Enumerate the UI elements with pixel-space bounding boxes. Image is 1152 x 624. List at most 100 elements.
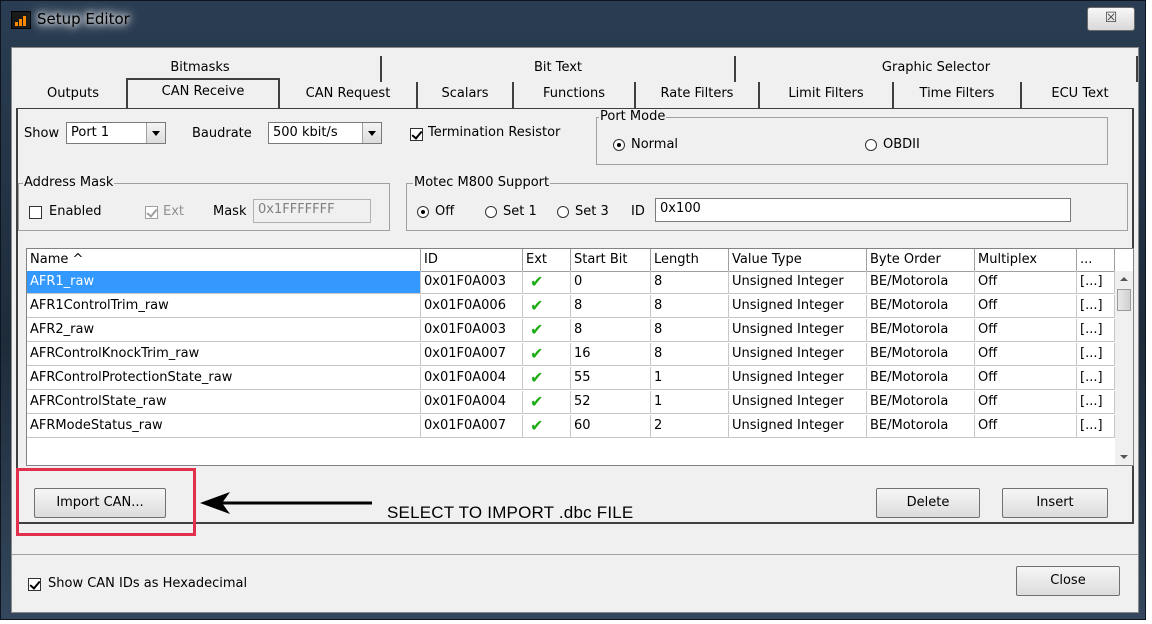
port-mode-obdii-label: OBDII — [883, 137, 920, 152]
termination-checkbox[interactable] — [410, 128, 423, 141]
cell-name: AFRControlState_raw — [27, 391, 421, 414]
table-row[interactable]: AFR1ControlTrim_raw 0x01F0A006 ✔ 8 8 Unsigned… — [27, 295, 1115, 318]
insert-button[interactable]: Insert — [1002, 488, 1108, 518]
cell-name: AFRModeStatus_raw — [27, 415, 421, 438]
cell-more[interactable]: [...] — [1077, 319, 1115, 342]
col-startbit-header[interactable]: Start Bit — [571, 249, 651, 271]
show-port-select[interactable]: Port 1 — [66, 122, 166, 144]
col-name-header[interactable]: Name ^ — [27, 249, 421, 271]
cell-length: 8 — [651, 319, 729, 342]
scroll-up-icon[interactable] — [1115, 271, 1133, 287]
client-area: Bitmasks Bit Text Graphic Selector Outpu… — [11, 47, 1139, 613]
cell-ext: ✔ — [523, 271, 571, 294]
table-row[interactable]: AFR2_raw 0x01F0A003 ✔ 8 8 Unsigned Integer BE/… — [27, 319, 1115, 342]
cell-ext: ✔ — [523, 415, 571, 438]
motec-set1-radio[interactable] — [485, 206, 497, 218]
close-button[interactable]: Close — [1016, 566, 1120, 596]
cell-startbit: 8 — [571, 319, 651, 342]
cell-id: 0x01F0A003 — [421, 271, 523, 294]
col-more-header[interactable]: ... — [1077, 249, 1115, 271]
title-bar[interactable]: Setup Editor ☒ — [1, 1, 1145, 39]
port-mode-normal-radio[interactable] — [613, 139, 625, 151]
annotation-highlight-box — [16, 468, 196, 536]
table-row[interactable]: AFRControlProtectionState_raw 0x01F0A004 ✔… — [27, 367, 1115, 390]
motec-id-input[interactable]: 0x100 — [655, 198, 1071, 222]
address-mask-ext-checkbox — [145, 206, 158, 219]
motec-title: Motec M800 Support — [413, 175, 551, 191]
table-row[interactable]: AFRControlState_raw 0x01F0A004 ✔ 52 1 Unsigne… — [27, 391, 1115, 414]
tab-rate-filters[interactable]: Rate Filters — [636, 82, 760, 108]
tab-functions[interactable]: Functions — [514, 82, 636, 108]
cell-valuetype: Unsigned Integer — [729, 415, 867, 438]
address-mask-enabled-checkbox[interactable] — [29, 206, 42, 219]
scroll-down-icon[interactable] — [1115, 449, 1133, 465]
motec-set1-label: Set 1 — [503, 204, 537, 219]
cell-more[interactable]: [...] — [1077, 415, 1115, 438]
scroll-thumb[interactable] — [1117, 289, 1131, 311]
motec-set3-radio[interactable] — [557, 206, 569, 218]
chevron-down-icon[interactable] — [362, 123, 381, 143]
cell-more[interactable]: [...] — [1077, 271, 1115, 294]
tab-can-request[interactable]: CAN Request — [280, 82, 418, 108]
tab-time-filters[interactable]: Time Filters — [894, 82, 1022, 108]
show-port-value: Port 1 — [71, 125, 110, 140]
col-length-header[interactable]: Length — [651, 249, 729, 271]
port-mode-group: Port Mode Normal OBDII — [596, 109, 1108, 165]
port-mode-obdii-radio[interactable] — [865, 139, 877, 151]
col-byteorder-header[interactable]: Byte Order — [867, 249, 975, 271]
can-signal-table: Name ^ ID Ext Start Bit Length Value Typ… — [26, 248, 1134, 466]
cell-valuetype: Unsigned Integer — [729, 271, 867, 294]
cell-name: AFRControlKnockTrim_raw — [27, 343, 421, 366]
cell-startbit: 55 — [571, 367, 651, 390]
cell-multiplex: Off — [975, 415, 1077, 438]
cell-valuetype: Unsigned Integer — [729, 343, 867, 366]
delete-button[interactable]: Delete — [876, 488, 980, 518]
cell-ext: ✔ — [523, 295, 571, 318]
table-scrollbar[interactable] — [1115, 271, 1133, 465]
cell-startbit: 8 — [571, 295, 651, 318]
cell-startbit: 0 — [571, 271, 651, 294]
cell-startbit: 16 — [571, 343, 651, 366]
tab-ecu-text[interactable]: ECU Text — [1022, 82, 1138, 108]
cell-name: AFR1_raw — [27, 271, 421, 294]
cell-multiplex: Off — [975, 271, 1077, 294]
cell-valuetype: Unsigned Integer — [729, 391, 867, 414]
cell-name: AFR2_raw — [27, 319, 421, 342]
cell-id: 0x01F0A006 — [421, 295, 523, 318]
baudrate-select[interactable]: 500 kbit/s — [268, 122, 382, 144]
col-multiplex-header[interactable]: Multiplex — [975, 249, 1077, 271]
cell-id: 0x01F0A007 — [421, 343, 523, 366]
checkmark-icon: ✔ — [530, 272, 544, 291]
cell-name: AFRControlProtectionState_raw — [27, 367, 421, 390]
table-row[interactable]: AFR1_raw 0x01F0A003 ✔ 0 8 Unsigned Integer BE/… — [27, 271, 1115, 294]
tab-limit-filters[interactable]: Limit Filters — [760, 82, 894, 108]
cell-length: 8 — [651, 271, 729, 294]
col-valuetype-header[interactable]: Value Type — [729, 249, 867, 271]
cell-more[interactable]: [...] — [1077, 367, 1115, 390]
table-header: Name ^ ID Ext Start Bit Length Value Typ… — [27, 249, 1133, 272]
cell-more[interactable]: [...] — [1077, 343, 1115, 366]
table-row[interactable]: AFRControlKnockTrim_raw 0x01F0A007 ✔ 16 8 Uns… — [27, 343, 1115, 366]
checkmark-icon: ✔ — [530, 392, 544, 411]
tab-graphic-selector[interactable]: Graphic Selector — [736, 56, 1138, 82]
show-hex-checkbox[interactable] — [28, 578, 41, 591]
table-row[interactable]: AFRModeStatus_raw 0x01F0A007 ✔ 60 2 Unsigned … — [27, 415, 1115, 438]
chevron-down-icon[interactable] — [146, 123, 165, 143]
port-mode-title: Port Mode — [599, 109, 667, 125]
cell-ext: ✔ — [523, 319, 571, 342]
cell-more[interactable]: [...] — [1077, 391, 1115, 414]
cell-multiplex: Off — [975, 319, 1077, 342]
motec-off-radio[interactable] — [417, 206, 429, 218]
close-icon[interactable]: ☒ — [1087, 7, 1135, 31]
cell-more[interactable]: [...] — [1077, 295, 1115, 318]
cell-id: 0x01F0A003 — [421, 319, 523, 342]
checkmark-icon: ✔ — [530, 296, 544, 315]
tab-can-receive[interactable]: CAN Receive — [126, 78, 280, 108]
checkmark-icon: ✔ — [530, 344, 544, 363]
col-ext-header[interactable]: Ext — [523, 249, 571, 271]
cell-byteorder: BE/Motorola — [867, 319, 975, 342]
col-id-header[interactable]: ID — [421, 249, 523, 271]
tab-outputs[interactable]: Outputs — [20, 82, 128, 108]
tab-scalars[interactable]: Scalars — [418, 82, 514, 108]
tab-bit-text[interactable]: Bit Text — [382, 56, 736, 82]
